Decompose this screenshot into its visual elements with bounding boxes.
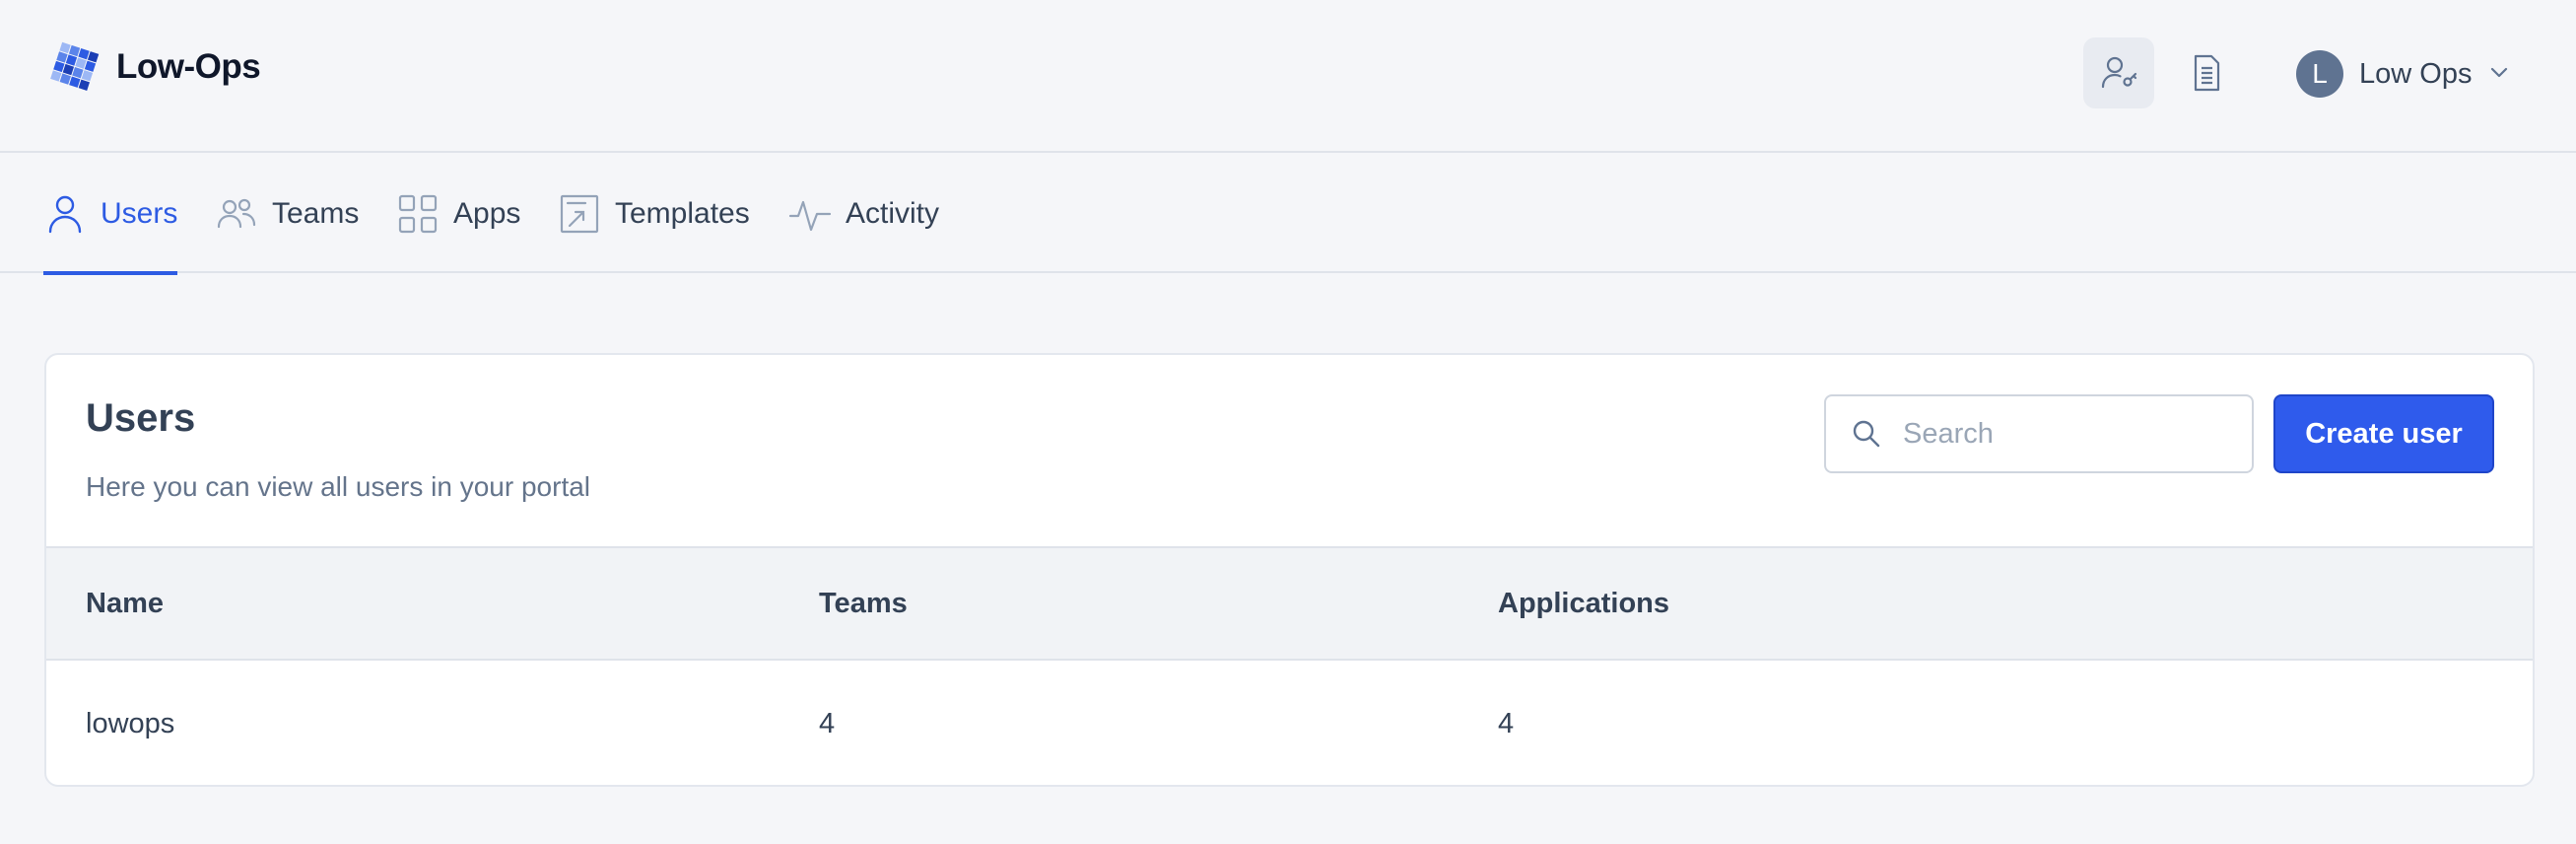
nav-tabs: Users Teams Apps Templates Activity xyxy=(0,155,2576,275)
user-key-icon xyxy=(2101,56,2137,89)
tab-teams[interactable]: Teams xyxy=(215,155,359,273)
page-title: Users xyxy=(86,396,196,440)
users-icon xyxy=(217,198,256,229)
document-icon xyxy=(2194,54,2220,92)
tab-apps[interactable]: Apps xyxy=(396,155,520,273)
column-header-applications[interactable]: Applications xyxy=(1498,588,1669,620)
cell-name: lowops xyxy=(86,708,175,739)
page-subtitle: Here you can view all users in your port… xyxy=(86,471,591,502)
chevron-down-icon xyxy=(2487,60,2511,89)
tab-label: Users xyxy=(101,197,178,230)
table-row[interactable]: lowops 4 4 xyxy=(46,663,2533,785)
avatar: L xyxy=(2296,50,2343,98)
user-icon xyxy=(48,195,82,234)
column-header-teams[interactable]: Teams xyxy=(819,588,908,620)
user-admin-button[interactable] xyxy=(2083,37,2154,108)
brand-name: Low-Ops xyxy=(116,47,261,86)
top-bar: Low-Ops L Low Ops xyxy=(0,0,2576,153)
user-menu[interactable]: L Low Ops xyxy=(2296,49,2511,99)
tab-users[interactable]: Users xyxy=(43,155,178,275)
cell-applications: 4 xyxy=(1498,708,1515,739)
logo-icon xyxy=(50,41,100,91)
cell-teams: 4 xyxy=(819,708,836,739)
template-icon xyxy=(560,194,599,234)
tab-label: Activity xyxy=(846,197,940,230)
table-header: Name Teams Applications xyxy=(46,548,2533,661)
tab-templates[interactable]: Templates xyxy=(558,155,750,273)
users-card: Users Here you can view all users in you… xyxy=(44,353,2535,787)
tab-label: Apps xyxy=(453,197,521,230)
search-box[interactable] xyxy=(1824,394,2254,473)
user-name: Low Ops xyxy=(2359,57,2473,90)
tab-label: Templates xyxy=(615,197,750,230)
tab-activity[interactable]: Activity xyxy=(788,155,939,273)
tab-label: Teams xyxy=(272,197,360,230)
activity-icon xyxy=(788,200,832,232)
grid-icon xyxy=(398,194,438,234)
search-icon xyxy=(1853,420,1880,448)
search-input[interactable] xyxy=(1903,417,2218,451)
card-header: Users Here you can view all users in you… xyxy=(46,355,2533,548)
create-user-button[interactable]: Create user xyxy=(2273,394,2494,473)
brand[interactable]: Low-Ops xyxy=(47,39,261,95)
column-header-name[interactable]: Name xyxy=(86,588,164,620)
docs-button[interactable] xyxy=(2171,37,2242,108)
